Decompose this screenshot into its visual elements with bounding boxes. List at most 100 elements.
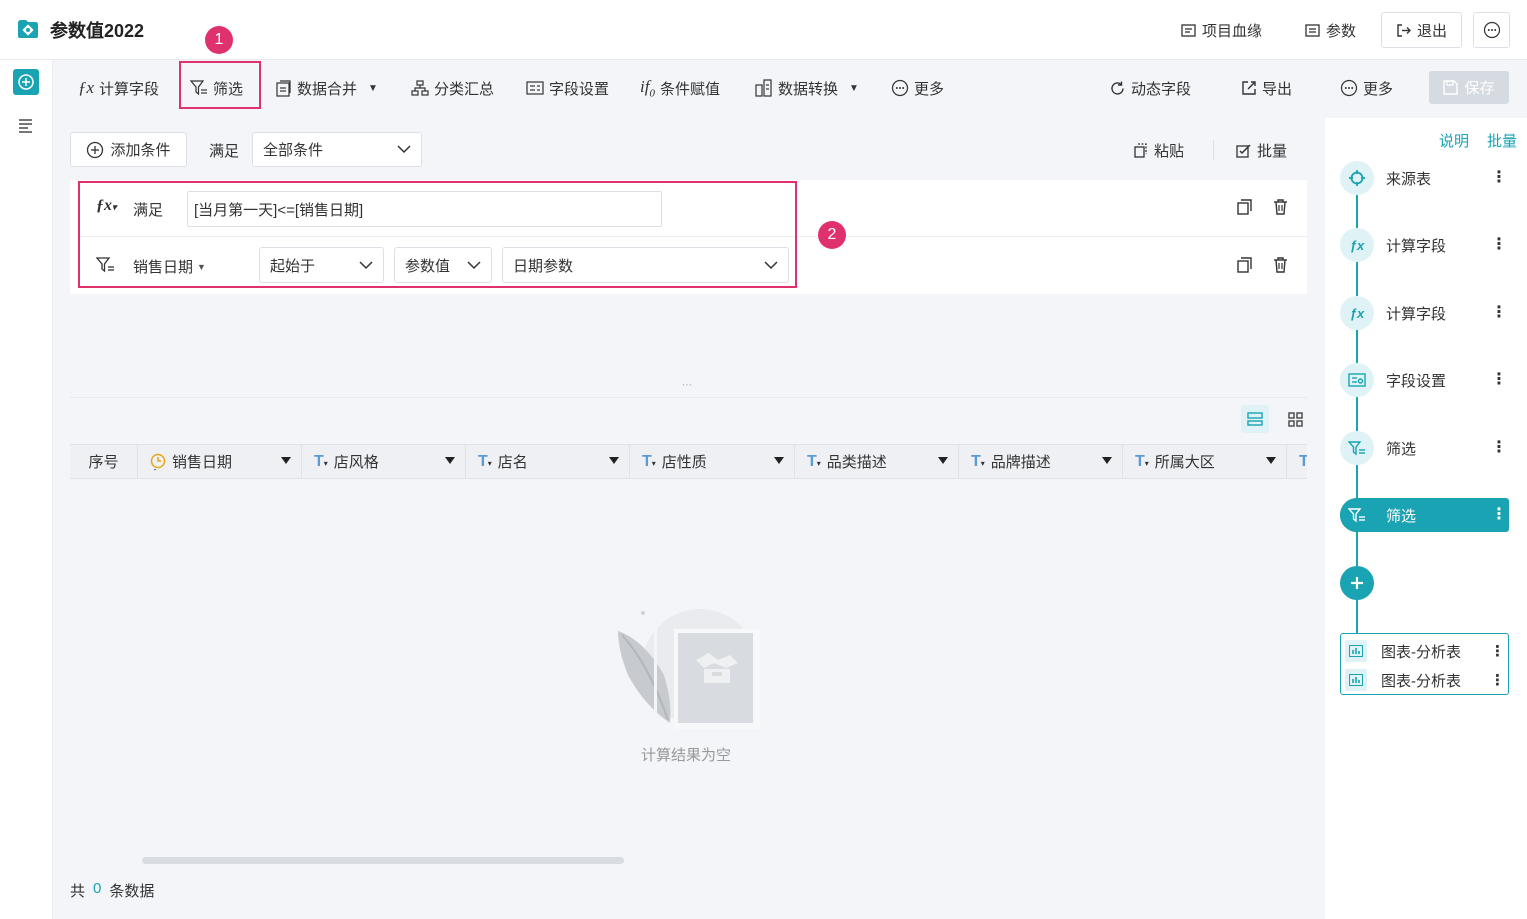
copy-icon[interactable] <box>1237 257 1252 273</box>
column-dropdown-icon[interactable] <box>609 457 619 464</box>
batch-button[interactable]: 批量 <box>1236 140 1287 161</box>
annotation-badge-2: 2 <box>818 221 846 249</box>
kebab-menu-icon[interactable]: ⋮ <box>1490 642 1505 660</box>
grid-view-icon <box>1287 411 1303 427</box>
column-header[interactable]: T▾ 品牌描述 <box>959 445 1123 478</box>
more-tool-right[interactable]: 更多 <box>1340 76 1393 100</box>
data-merge-tool[interactable]: 数据合并 ▼ <box>275 76 378 100</box>
satisfy-label: 满足 <box>209 143 240 160</box>
column-dropdown-icon[interactable] <box>281 457 291 464</box>
satisfy-select-value: 全部条件 <box>263 142 324 159</box>
clock-icon <box>150 453 166 471</box>
add-step-button[interactable] <box>1340 566 1374 600</box>
kebab-menu-icon[interactable]: ⋮ <box>1489 440 1509 456</box>
if-icon: if0 <box>640 76 655 100</box>
filter-icon <box>1340 431 1374 465</box>
batch-link[interactable]: 批量 <box>1487 130 1517 151</box>
caret-down-icon: ▼ <box>368 82 378 94</box>
calc-field-tool[interactable]: ƒx 计算字段 <box>78 76 159 100</box>
convert-icon <box>755 79 773 97</box>
column-header[interactable]: T▾ 所属大区 <box>1123 445 1287 478</box>
project-lineage-label: 项目血缘 <box>1202 22 1263 40</box>
save-button[interactable]: 保存 <box>1429 71 1509 104</box>
empty-state-text: 计算结果为空 <box>641 747 732 764</box>
flow-step-label: 计算字段 <box>1386 305 1447 323</box>
kebab-menu-icon[interactable]: ⋮ <box>1489 372 1509 388</box>
save-icon <box>1443 80 1459 95</box>
column-header-label: 店名 <box>497 454 528 471</box>
column-header[interactable]: 序号 <box>70 445 138 478</box>
more-options-button[interactable] <box>1473 12 1510 48</box>
annotation-box-2 <box>78 181 797 288</box>
add-condition-button[interactable]: 添加条件 <box>70 132 187 167</box>
hierarchy-icon <box>411 79 429 97</box>
column-header[interactable]: T▾ 店风格 <box>302 445 466 478</box>
kebab-menu-icon[interactable]: ⋮ <box>1489 237 1509 253</box>
dynamic-field-tool[interactable]: 动态字段 <box>1109 76 1191 100</box>
annotation-box-1 <box>179 61 261 109</box>
params-icon <box>1305 23 1320 38</box>
exit-button[interactable]: 退出 <box>1381 12 1463 48</box>
data-merge-label: 数据合并 <box>297 80 358 98</box>
horizontal-scrollbar[interactable] <box>142 857 624 864</box>
text-type-icon: T▾ <box>971 452 985 470</box>
flow-step-label: 字段设置 <box>1386 372 1447 390</box>
column-dropdown-icon[interactable] <box>774 457 784 464</box>
column-dropdown-icon[interactable] <box>445 457 455 464</box>
add-condition-label: 添加条件 <box>110 142 171 159</box>
plus-circle-icon <box>86 141 104 159</box>
kebab-menu-icon[interactable]: ⋮ <box>1489 305 1509 321</box>
export-tool[interactable]: 导出 <box>1241 76 1292 100</box>
paste-button[interactable]: 粘贴 <box>1133 140 1184 161</box>
list-view-toggle[interactable] <box>1241 405 1269 433</box>
fx-icon: ƒx <box>78 78 95 97</box>
conditional-assign-label: 条件赋值 <box>659 80 720 98</box>
text-type-icon: T▾ <box>642 452 656 470</box>
grid-view-toggle[interactable] <box>1281 405 1309 433</box>
trash-icon[interactable] <box>1273 257 1288 273</box>
flow-step-field-settings[interactable]: 字段设置 ⋮ <box>1340 363 1509 397</box>
flow-step-filter[interactable]: 筛选 ⋮ <box>1340 431 1509 465</box>
outline-list-icon[interactable] <box>17 118 35 134</box>
params-button[interactable]: 参数 <box>1305 12 1356 48</box>
trash-icon[interactable] <box>1273 199 1288 215</box>
flow-step-source-table[interactable]: 来源表 ⋮ <box>1340 161 1509 195</box>
plus-icon <box>1349 575 1365 591</box>
kebab-menu-icon[interactable]: ⋮ <box>1489 507 1509 523</box>
data-convert-tool[interactable]: 数据转换 ▼ <box>755 76 859 100</box>
group-summary-label: 分类汇总 <box>434 80 495 98</box>
caret-down-icon: ▼ <box>849 82 859 94</box>
column-dropdown-icon[interactable] <box>1102 457 1112 464</box>
field-settings-label: 字段设置 <box>549 80 610 98</box>
more-tool-left[interactable]: 更多 <box>891 76 944 100</box>
project-lineage-button[interactable]: 项目血缘 <box>1181 12 1262 48</box>
field-settings-icon <box>1340 363 1374 397</box>
bar-chart-icon <box>1345 640 1367 662</box>
text-type-icon: T▾ <box>478 452 492 470</box>
chart-output-item[interactable]: 图表-分析表 ⋮ <box>1345 666 1505 694</box>
explain-link[interactable]: 说明 <box>1439 130 1469 151</box>
kebab-menu-icon[interactable]: ⋮ <box>1489 170 1509 186</box>
resize-handle[interactable]: ⋯ <box>682 380 692 391</box>
flow-step-filter-active[interactable]: 筛选 ⋮ <box>1340 498 1509 532</box>
column-header[interactable]: T▾ 店名 <box>466 445 630 478</box>
text-type-icon: T▾ <box>314 452 328 470</box>
add-node-button[interactable] <box>13 69 39 95</box>
column-dropdown-icon[interactable] <box>938 457 948 464</box>
satisfy-select[interactable]: 全部条件 <box>252 132 422 167</box>
column-header[interactable]: 销售日期 <box>138 445 302 478</box>
flow-step-calc-field[interactable]: ƒx 计算字段 ⋮ <box>1340 296 1509 330</box>
kebab-menu-icon[interactable]: ⋮ <box>1490 671 1505 689</box>
dynamic-field-label: 动态字段 <box>1131 80 1192 98</box>
annotation-badge-1: 1 <box>205 26 233 54</box>
column-dropdown-icon[interactable] <box>1266 457 1276 464</box>
flow-step-calc-field[interactable]: ƒx 计算字段 ⋮ <box>1340 228 1509 262</box>
column-header[interactable]: T▾ 品类描述 <box>795 445 959 478</box>
group-summary-tool[interactable]: 分类汇总 <box>411 76 494 100</box>
field-settings-tool[interactable]: 字段设置 <box>526 76 609 100</box>
column-header[interactable]: T▾ 店性质 <box>630 445 795 478</box>
column-header-label: 品类描述 <box>826 454 887 471</box>
chart-output-item[interactable]: 图表-分析表 ⋮ <box>1345 637 1505 665</box>
copy-icon[interactable] <box>1237 199 1252 215</box>
conditional-assign-tool[interactable]: if0 条件赋值 <box>640 76 720 100</box>
